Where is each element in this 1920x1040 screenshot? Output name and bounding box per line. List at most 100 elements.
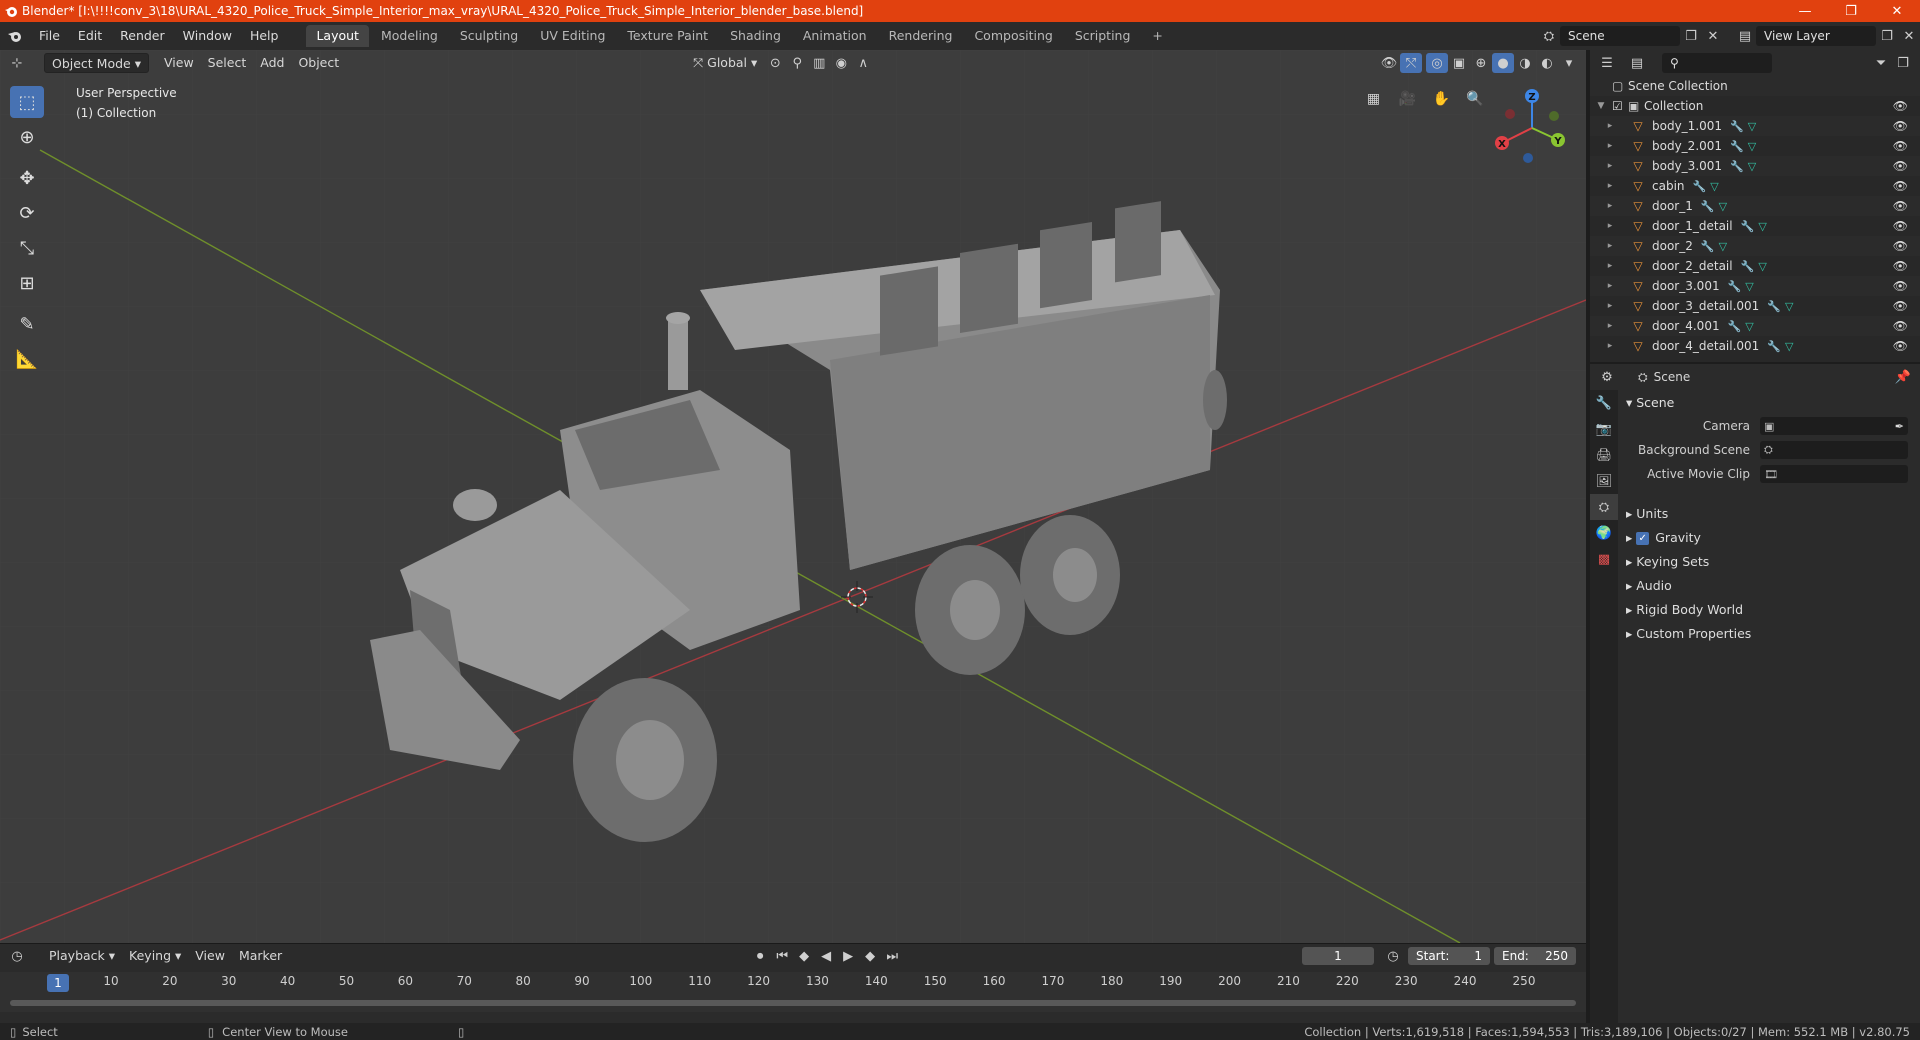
menu-playback[interactable]: Playback ▾ <box>42 946 122 966</box>
tab-compositing[interactable]: Compositing <box>964 25 1062 47</box>
mesh-data-icon[interactable]: ▽ <box>1719 200 1727 213</box>
eye-icon[interactable]: 👁 <box>1893 299 1908 313</box>
play-reverse-icon[interactable]: ◀ <box>815 946 837 966</box>
outliner-object-row[interactable]: ▸ ▽ door_2 🔧 ▽ 👁 <box>1590 236 1920 256</box>
expand-object-icon[interactable]: ▸ <box>1590 161 1630 171</box>
transform-tool-icon[interactable]: ⊞ <box>10 267 44 299</box>
start-frame-field[interactable]: Start: 1 <box>1408 947 1490 965</box>
properties-editor-type-icon[interactable]: ⚙ <box>1596 367 1618 387</box>
expand-object-icon[interactable]: ▸ <box>1590 241 1630 251</box>
outliner-object-row[interactable]: ▸ ▽ door_3_detail.001 🔧 ▽ 👁 <box>1590 296 1920 316</box>
camera-field[interactable]: ▣ ✒ <box>1760 417 1908 435</box>
current-frame-field[interactable]: 1 <box>1302 947 1374 965</box>
outliner-object-row[interactable]: ▸ ▽ cabin 🔧 ▽ 👁 <box>1590 176 1920 196</box>
scale-tool-icon[interactable]: ⤡ <box>10 232 44 264</box>
mesh-data-icon[interactable]: ▽ <box>1748 120 1756 133</box>
select-box-tool-icon[interactable]: ⬚ <box>10 86 44 118</box>
record-icon[interactable]: ⏺ <box>749 946 771 966</box>
jump-end-icon[interactable]: ⏭ <box>881 946 903 966</box>
gravity-checkbox[interactable]: ✓ <box>1636 531 1650 545</box>
overlays-toggle-icon[interactable]: ◎ <box>1426 53 1448 73</box>
tab-shading[interactable]: Shading <box>720 25 791 47</box>
eye-icon[interactable]: 👁 <box>1893 339 1908 353</box>
tab-rendering[interactable]: Rendering <box>879 25 963 47</box>
modifier-icon[interactable]: 🔧 <box>1730 140 1744 153</box>
gizmo-toggle-icon[interactable]: ⤲ <box>1400 53 1422 73</box>
object-mode-dropdown[interactable]: Object Mode ▾ <box>44 53 149 73</box>
mesh-data-icon[interactable]: ▽ <box>1758 220 1766 233</box>
menu-view[interactable]: View <box>157 53 201 73</box>
expand-object-icon[interactable]: ▸ <box>1590 201 1630 211</box>
expand-object-icon[interactable]: ▸ <box>1590 341 1630 351</box>
shading-solid-icon[interactable]: ● <box>1492 53 1514 73</box>
timeline-editor-type-icon[interactable]: ◷ <box>6 946 28 966</box>
navigation-gizmo[interactable]: Z X Y <box>1492 88 1572 168</box>
jump-start-icon[interactable]: ⏮ <box>771 946 793 966</box>
xray-toggle-icon[interactable]: ▣ <box>1448 53 1470 73</box>
audio-panel[interactable]: ▸ Audio <box>1620 574 1916 598</box>
output-tab-icon[interactable]: 🖨 <box>1590 442 1618 468</box>
modifier-icon[interactable]: 🔧 <box>1767 300 1781 313</box>
camera-view-icon[interactable]: 🎥 <box>1394 86 1420 112</box>
end-frame-field[interactable]: End: 250 <box>1494 947 1576 965</box>
world-tab-icon[interactable]: 🌍 <box>1590 520 1618 546</box>
scene-collection-row[interactable]: ▢ Scene Collection <box>1590 76 1920 96</box>
scene-tab-icon[interactable]: ⛭ <box>1590 494 1618 520</box>
view-layer-tab-icon[interactable]: 🖼 <box>1590 468 1618 494</box>
modifier-icon[interactable]: 🔧 <box>1730 120 1744 133</box>
expand-object-icon[interactable]: ▸ <box>1590 261 1630 271</box>
menu-file[interactable]: File <box>30 22 69 50</box>
scene-selector[interactable]: Scene <box>1560 26 1680 46</box>
mesh-data-icon[interactable]: ▽ <box>1745 280 1753 293</box>
outliner-search-input[interactable]: ⚲ <box>1662 53 1772 73</box>
background-scene-field[interactable]: ⛭ <box>1760 441 1908 459</box>
mesh-data-icon[interactable]: ▽ <box>1758 260 1766 273</box>
mesh-data-icon[interactable]: ▽ <box>1745 320 1753 333</box>
pivot-point-icon[interactable]: ⊙ <box>764 53 786 73</box>
custom-properties-panel[interactable]: ▸ Custom Properties <box>1620 622 1916 646</box>
view-layer-browse-icon[interactable]: ▤ <box>1734 26 1756 46</box>
mesh-data-icon[interactable]: ▽ <box>1748 140 1756 153</box>
3d-viewport[interactable]: ⊹ Object Mode ▾ View Select Add Object ⤧… <box>0 50 1586 943</box>
modifier-icon[interactable]: 🔧 <box>1767 340 1781 353</box>
collection-checkbox[interactable]: ☑ <box>1612 99 1628 113</box>
timeline-ruler[interactable]: 1 10 20 30 40 50 60 70 80 90 100 110 120 130 140 150 160… <box>0 972 1586 1012</box>
outliner-object-row[interactable]: ▸ ▽ door_4_detail.001 🔧 ▽ 👁 <box>1590 336 1920 356</box>
outliner-object-row[interactable]: ▸ ▽ door_2_detail 🔧 ▽ 👁 <box>1590 256 1920 276</box>
play-icon[interactable]: ▶ <box>837 946 859 966</box>
outliner-object-row[interactable]: ▸ ▽ body_3.001 🔧 ▽ 👁 <box>1590 156 1920 176</box>
shading-rendered-icon[interactable]: ◐ <box>1536 53 1558 73</box>
next-keyframe-icon[interactable]: ◆ <box>859 946 881 966</box>
outliner-object-row[interactable]: ▸ ▽ door_1_detail 🔧 ▽ 👁 <box>1590 216 1920 236</box>
shading-options-icon[interactable]: ▾ <box>1558 53 1580 73</box>
eye-icon[interactable]: 👁 <box>1893 99 1908 113</box>
tab-uv-editing[interactable]: UV Editing <box>530 25 615 47</box>
prev-keyframe-icon[interactable]: ◆ <box>793 946 815 966</box>
keying-sets-panel[interactable]: ▸ Keying Sets <box>1620 550 1916 574</box>
eye-icon[interactable]: 👁 <box>1893 199 1908 213</box>
mesh-data-icon[interactable]: ▽ <box>1710 180 1718 193</box>
menu-edit[interactable]: Edit <box>69 22 111 50</box>
preview-range-icon[interactable]: ◷ <box>1382 946 1404 966</box>
mesh-data-icon[interactable]: ▽ <box>1785 340 1793 353</box>
eye-icon[interactable]: 👁 <box>1893 139 1908 153</box>
remove-view-layer-icon[interactable]: ✕ <box>1898 26 1920 46</box>
tab-modeling[interactable]: Modeling <box>371 25 448 47</box>
snap-icon[interactable]: ⚲ <box>786 53 808 73</box>
remove-scene-icon[interactable]: ✕ <box>1702 26 1724 46</box>
new-scene-icon[interactable]: ❐ <box>1680 26 1702 46</box>
falloff-icon[interactable]: ∧ <box>852 53 874 73</box>
menu-help[interactable]: Help <box>241 22 288 50</box>
expand-collection-icon[interactable]: ▼ <box>1590 101 1612 111</box>
maximize-button[interactable]: ❐ <box>1828 0 1874 22</box>
filter-icon[interactable]: ⏷ <box>1870 53 1892 73</box>
tab-animation[interactable]: Animation <box>793 25 877 47</box>
modifier-icon[interactable]: 🔧 <box>1701 240 1715 253</box>
menu-select[interactable]: Select <box>201 53 254 73</box>
scene-panel-header[interactable]: ▾ Scene <box>1620 392 1916 414</box>
toggle-grid-view-icon[interactable]: ▦ <box>1361 86 1387 112</box>
expand-object-icon[interactable]: ▸ <box>1590 121 1630 131</box>
rigid-body-world-panel[interactable]: ▸ Rigid Body World <box>1620 598 1916 622</box>
modifier-icon[interactable]: 🔧 <box>1728 280 1742 293</box>
tool-tab-icon[interactable]: 🔧 <box>1590 390 1618 416</box>
